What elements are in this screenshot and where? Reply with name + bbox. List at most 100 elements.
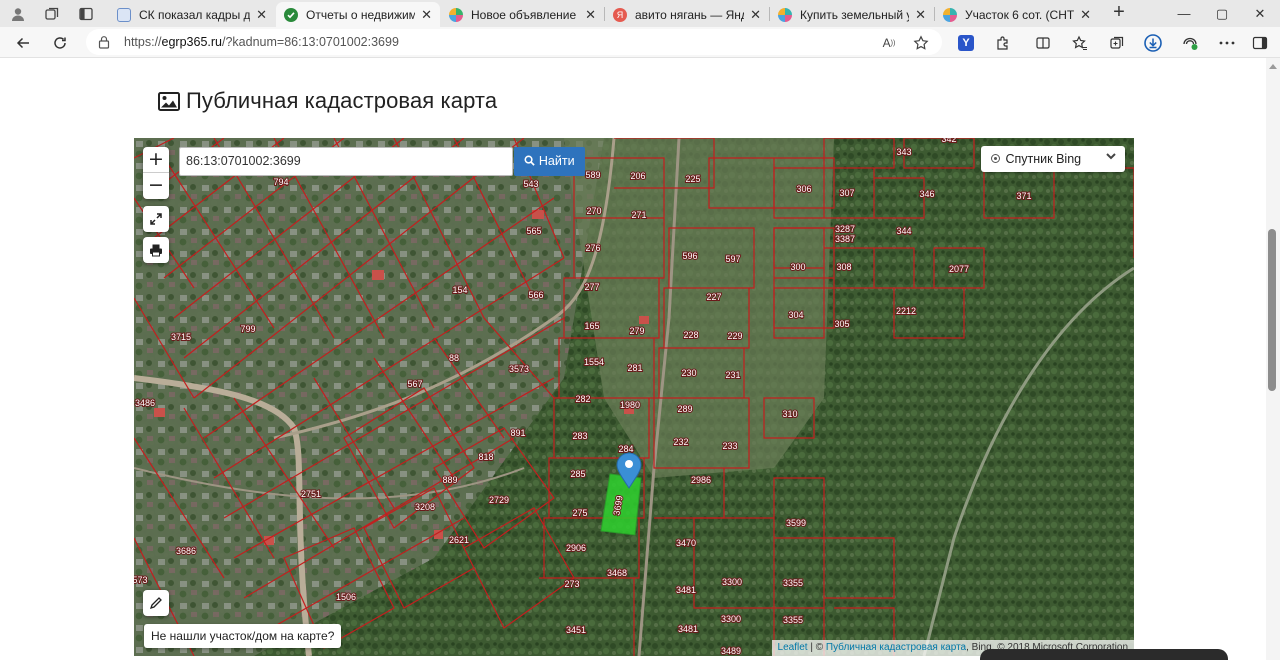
favorite-star-icon[interactable]: [912, 34, 930, 52]
back-arrow-icon: [16, 37, 29, 49]
parcel-label: 308: [836, 262, 851, 272]
tab-5[interactable]: Купить земельный учас ✕: [770, 2, 934, 27]
measure-button[interactable]: [143, 590, 169, 616]
split-screen-icon[interactable]: [1032, 32, 1054, 54]
tab-1[interactable]: СК показал кадры допрс ✕: [109, 2, 275, 27]
parcel-label: 277: [584, 282, 599, 292]
parcel-label: 589: [585, 170, 600, 180]
address-bar[interactable]: https://egrp365.ru/?kadnum=86:13:0701002…: [86, 29, 942, 55]
parcel-label: 2906: [566, 543, 586, 553]
parcel-label: 289: [677, 404, 692, 414]
parcel-label: 271: [631, 210, 646, 220]
close-window-button[interactable]: ✕: [1240, 0, 1280, 27]
profile-icon[interactable]: [7, 4, 29, 23]
favorites-icon[interactable]: [1069, 32, 1091, 54]
fullscreen-button[interactable]: [143, 206, 169, 232]
refresh-button[interactable]: [49, 32, 71, 54]
zoom-out-button[interactable]: −: [143, 173, 169, 199]
parcel-label: 346: [919, 189, 934, 199]
tab-close-icon[interactable]: ✕: [585, 7, 596, 23]
pkk-link[interactable]: Публичная кадастровая карта: [826, 642, 966, 653]
parcel-label: 227: [706, 292, 721, 302]
parcel-label: 284: [618, 444, 633, 454]
parcel-label: 596: [682, 251, 697, 261]
parcel-label: 3715: [171, 332, 191, 342]
tab-2-active[interactable]: Отчеты о недвижимость ✕: [276, 2, 440, 27]
tab-divider: [604, 7, 605, 21]
tab-close-icon[interactable]: ✕: [256, 7, 267, 23]
layer-select[interactable]: Спутник Bing: [981, 146, 1125, 172]
tab-3[interactable]: Новое объявление — О ✕: [441, 2, 604, 27]
zoom-in-button[interactable]: +: [143, 147, 169, 173]
page-scrollbar[interactable]: [1266, 58, 1280, 660]
minimize-button[interactable]: —: [1164, 0, 1204, 27]
parcel-label: 343: [896, 147, 911, 157]
radio-icon: [991, 154, 1000, 163]
parcel-label: 275: [572, 508, 587, 518]
parcel-label: 165: [584, 321, 599, 331]
maximize-button[interactable]: ▢: [1202, 0, 1242, 27]
tab-divider: [934, 7, 935, 21]
leaflet-link[interactable]: Leaflet: [778, 642, 808, 653]
tab-close-icon[interactable]: ✕: [421, 7, 432, 23]
tab-title: Купить земельный учас: [800, 7, 909, 22]
search-button[interactable]: Найти: [514, 147, 585, 176]
tab-actions-icon[interactable]: [75, 4, 97, 23]
tab-close-icon[interactable]: ✕: [915, 7, 926, 23]
parcel-label: 206: [630, 171, 645, 181]
tab-favicon-yandex-icon: Я: [613, 7, 627, 22]
print-icon: [150, 244, 162, 257]
collections-toolbar-icon[interactable]: [1106, 32, 1128, 54]
tab-close-icon[interactable]: ✕: [750, 7, 761, 23]
tab-title: авито нягань — Яндекс: [635, 7, 744, 22]
collections-icon[interactable]: [41, 4, 63, 23]
url-path: /?kadnum=86:13:0701002:3699: [222, 35, 399, 49]
parcel-label: 285: [570, 469, 585, 479]
parcel-label: 276: [585, 243, 600, 253]
search-button-label: Найти: [538, 154, 575, 168]
parcel-label: 233: [722, 441, 737, 451]
satellite-map-layer[interactable]: 3699 343 342 589 206 225 306 307 346 371…: [134, 138, 1134, 656]
parcel-label: 891: [510, 428, 525, 438]
back-button[interactable]: [12, 32, 34, 54]
browser-essentials-icon[interactable]: [1179, 32, 1201, 54]
parcel-label: 88: [449, 353, 459, 363]
lock-icon[interactable]: [98, 35, 110, 54]
parcel-label: 3355: [783, 615, 803, 625]
tab-favicon: [117, 7, 131, 22]
not-found-button[interactable]: Не нашли участок/дом на карте?: [144, 624, 342, 648]
scroll-thumb[interactable]: [1268, 229, 1276, 391]
cadastral-search-input[interactable]: 86:13:0701002:3699: [179, 147, 513, 176]
tab-4[interactable]: Я авито нягань — Яндекс ✕: [605, 2, 769, 27]
zoom-control: + −: [143, 147, 169, 199]
parcel-label: 228: [683, 330, 698, 340]
extensions-puzzle-icon[interactable]: [992, 32, 1014, 54]
print-button[interactable]: [143, 237, 169, 263]
parcel-label: 3573: [509, 364, 529, 374]
more-menu-icon[interactable]: [1216, 32, 1238, 54]
parcel-label: 2621: [449, 535, 469, 545]
tab-favicon: [778, 7, 792, 22]
downloads-icon[interactable]: [1142, 32, 1164, 54]
tab-6[interactable]: Участок 6 сот. (СНТ, ДН ✕: [935, 2, 1099, 27]
parcel-label: 3686: [176, 546, 196, 556]
extension-y-icon[interactable]: Y: [955, 32, 977, 54]
new-tab-button[interactable]: +: [1108, 2, 1130, 24]
parcel-label: 3481: [678, 624, 698, 634]
parcel-label: 232: [673, 437, 688, 447]
scroll-up-arrow-icon[interactable]: [1269, 64, 1277, 69]
parcel-label: 307: [839, 188, 854, 198]
cadastral-map[interactable]: 3699 343 342 589 206 225 306 307 346 371…: [134, 138, 1134, 656]
parcel-label: 2077: [949, 264, 969, 274]
read-aloud-icon[interactable]: A)): [880, 34, 898, 52]
tab-title: СК показал кадры допрс: [139, 7, 251, 22]
tab-close-icon[interactable]: ✕: [1080, 7, 1091, 23]
parcel-label: 567: [407, 379, 422, 389]
parcel-label: 799: [240, 324, 255, 334]
parcel-label: 3468: [607, 568, 627, 578]
sidebar-toggle-icon[interactable]: [1249, 32, 1271, 54]
search-icon: [524, 155, 536, 166]
refresh-icon: [54, 37, 66, 49]
parcel-label: 2212: [896, 306, 916, 316]
parcel-label: 310: [782, 409, 797, 419]
